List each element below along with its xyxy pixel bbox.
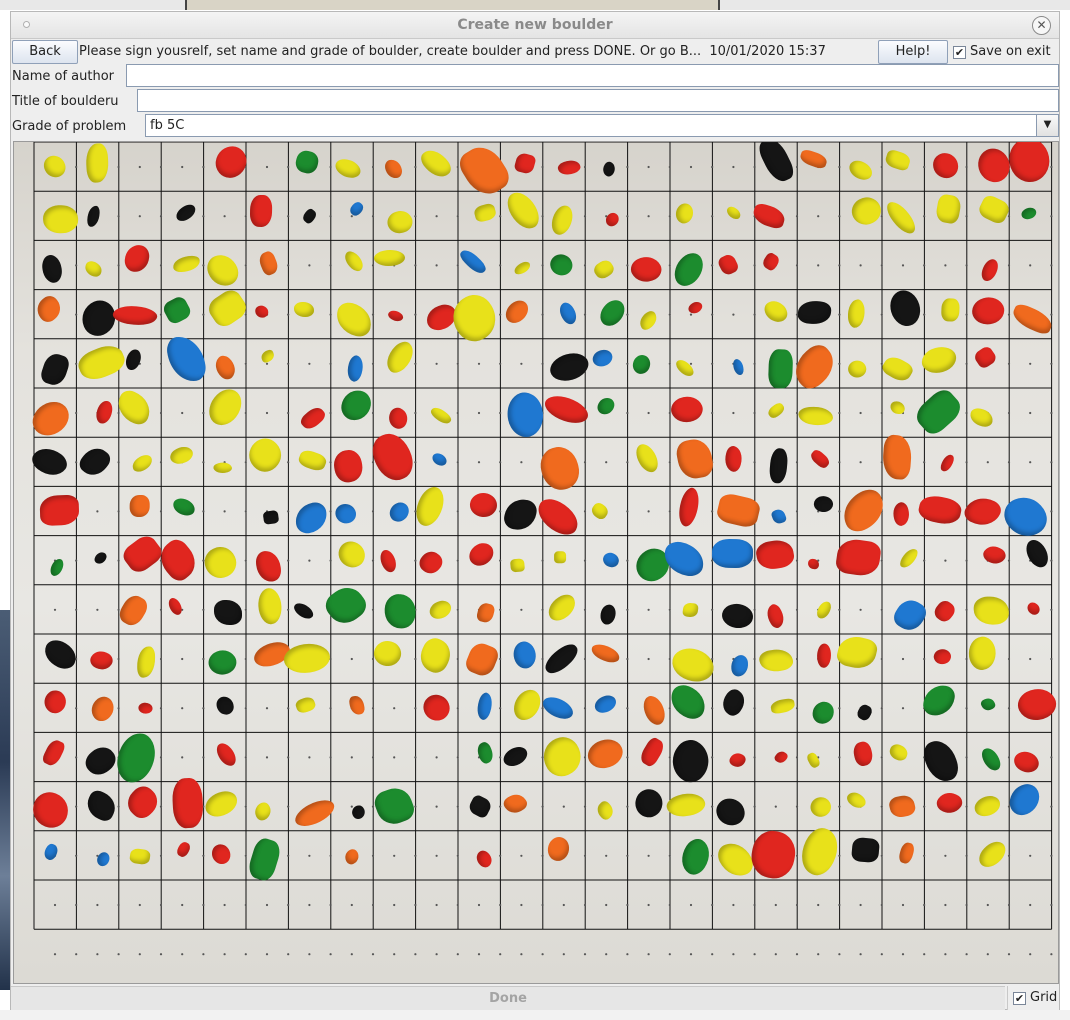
help-button[interactable]: Help! <box>878 40 948 64</box>
save-on-exit-checkbox[interactable]: ✔ <box>953 46 966 59</box>
climbing-hold[interactable] <box>171 777 204 829</box>
save-on-exit-label: Save on exit <box>970 44 1051 59</box>
climbing-hold[interactable] <box>255 305 269 318</box>
taskbar-strip <box>185 0 720 10</box>
grade-label: Grade of problem <box>12 119 127 134</box>
instruction-message: Please sign yousrelf, set name and grade… <box>79 44 826 59</box>
back-button[interactable]: Back <box>12 40 78 64</box>
climbing-hold[interactable] <box>509 558 525 573</box>
author-label: Name of author <box>12 69 114 84</box>
climbing-hold[interactable] <box>553 550 567 563</box>
done-button[interactable]: Done <box>11 986 1005 1010</box>
grid-label: Grid <box>1030 990 1058 1005</box>
chevron-down-icon[interactable]: ▼ <box>1036 115 1058 136</box>
climbing-wall-canvas[interactable] <box>13 141 1059 984</box>
title-bar[interactable]: Create new boulder ✕ <box>11 12 1059 39</box>
instruction-text: Please sign yousrelf, set name and grade… <box>79 44 702 59</box>
climbing-hold[interactable] <box>294 302 315 318</box>
create-boulder-window: Create new boulder ✕ Back Please sign yo… <box>10 11 1060 1010</box>
climbing-hold[interactable] <box>851 836 880 863</box>
datetime-label: 10/01/2020 15:37 <box>709 44 826 59</box>
close-icon[interactable]: ✕ <box>1032 16 1051 35</box>
grid-checkbox[interactable]: ✔ <box>1013 992 1026 1005</box>
done-label: Done <box>489 991 527 1006</box>
grade-selected-value: fb 5C <box>150 118 185 133</box>
climbing-hold[interactable] <box>712 538 754 569</box>
title-label: Title of boulderu <box>12 94 119 109</box>
climbing-hold[interactable] <box>42 204 79 234</box>
grade-select[interactable]: fb 5C ▼ <box>145 114 1059 137</box>
window-title: Create new boulder <box>457 17 613 33</box>
climbing-hold[interactable] <box>39 494 80 526</box>
author-input[interactable] <box>126 64 1059 87</box>
climbing-hold[interactable] <box>213 600 243 626</box>
climbing-hold[interactable] <box>768 349 794 390</box>
grid-toggle[interactable]: ✔ Grid <box>1007 986 1059 1010</box>
climbing-hold[interactable] <box>130 495 150 517</box>
title-input[interactable] <box>137 89 1059 112</box>
desktop-background-bottom <box>0 1010 1070 1020</box>
desktop-background-top <box>0 0 1070 10</box>
